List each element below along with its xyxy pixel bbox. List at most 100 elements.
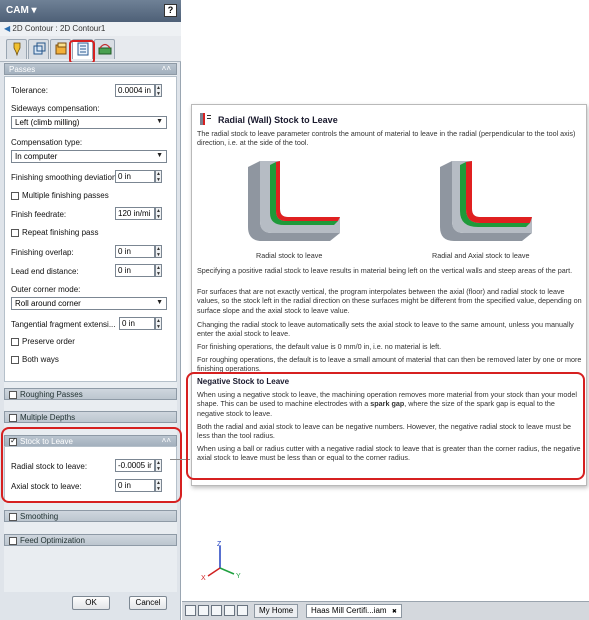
back-arrow-icon[interactable]: ◀: [4, 24, 10, 33]
passes-header-label: Passes: [9, 65, 36, 74]
checkbox-icon[interactable]: [9, 390, 17, 399]
smoothing-deviation-input[interactable]: 0 in: [115, 170, 155, 183]
help-paragraph-1: Specifying a positive radial stock to le…: [197, 266, 573, 275]
axis-x-label: X: [201, 575, 206, 582]
feed-optimization-label: Feed Optimization: [20, 536, 85, 545]
preserve-order-label: Preserve order: [22, 337, 75, 346]
finishing-overlap-spinner[interactable]: ▲ ▼: [155, 245, 162, 258]
caption-radial: Radial stock to leave: [256, 251, 323, 260]
heights-icon: [55, 42, 67, 55]
multiple-depths-label: Multiple Depths: [20, 413, 76, 422]
tool-icon: [13, 42, 21, 56]
cancel-button[interactable]: Cancel: [129, 596, 167, 610]
sideways-compensation-value: Left (climb milling): [15, 118, 80, 127]
section-roughing-passes[interactable]: Roughing Passes: [4, 388, 177, 400]
dropdown-arrow-icon: ▼: [156, 299, 163, 306]
window-layout-icon[interactable]: [185, 605, 196, 616]
close-icon[interactable]: ✖: [392, 609, 397, 615]
checkbox-icon[interactable]: [9, 512, 17, 521]
breadcrumb: ◀ 2D Contour : 2D Contour1: [0, 22, 181, 36]
both-ways-label: Both ways: [22, 355, 59, 364]
radial-stock-illustration: [248, 161, 340, 241]
ok-button[interactable]: OK: [72, 596, 110, 610]
repeat-finishing-label: Repeat finishing pass: [22, 228, 99, 237]
help-paragraph-2: For surfaces that are not exactly vertic…: [197, 287, 582, 315]
sideways-compensation-select[interactable]: Left (climb milling) ▼: [11, 116, 167, 129]
passes-section: Tolerance: 0.0004 in ▲ ▼ Sideways compens…: [4, 76, 177, 382]
help-title: Radial (Wall) Stock to Leave: [218, 115, 338, 125]
smoothing-label: Smoothing: [20, 512, 59, 521]
stock-to-leave-icon: [200, 113, 211, 125]
outer-corner-select[interactable]: Roll around corner ▼: [11, 297, 167, 310]
tolerance-spinner[interactable]: ▲ ▼: [155, 84, 162, 97]
settings-area: Passes ˄˄ Tolerance: 0.0004 in ▲ ▼ Sidewa…: [4, 62, 177, 592]
tolerance-input[interactable]: 0.0004 in: [115, 84, 155, 97]
linking-icon: [98, 43, 112, 55]
tolerance-label: Tolerance:: [11, 86, 48, 95]
finish-feedrate-spinner[interactable]: ▲ ▼: [155, 207, 162, 220]
section-smoothing[interactable]: Smoothing: [4, 510, 177, 522]
finish-feedrate-input[interactable]: 120 in/mi: [115, 207, 155, 220]
compensation-type-value: In computer: [15, 152, 58, 161]
tab-haas-mill-label: Haas Mill Certifi...iam: [311, 606, 387, 615]
section-multiple-depths[interactable]: Multiple Depths: [4, 411, 177, 423]
window-layout-icon[interactable]: [224, 605, 235, 616]
tangential-fragment-label: Tangential fragment extensi...: [11, 320, 116, 329]
help-button[interactable]: ?: [164, 4, 177, 17]
checkbox-icon: [11, 228, 19, 237]
tab-linking[interactable]: [94, 39, 115, 59]
geometry-icon: [33, 42, 46, 55]
repeat-finishing-checkbox[interactable]: Repeat finishing pass: [11, 228, 99, 237]
outer-corner-value: Roll around corner: [15, 299, 81, 308]
finishing-overlap-label: Finishing overlap:: [11, 248, 74, 257]
negative-stock-highlight-outline: [186, 372, 585, 480]
roughing-passes-label: Roughing Passes: [20, 390, 83, 399]
window-layout-icon[interactable]: [211, 605, 222, 616]
checkbox-icon[interactable]: [9, 413, 17, 422]
tangential-fragment-spinner[interactable]: ▲ ▼: [155, 317, 162, 330]
multiple-finishing-label: Multiple finishing passes: [22, 191, 109, 200]
both-ways-checkbox[interactable]: Both ways: [11, 355, 59, 364]
section-feed-optimization[interactable]: Feed Optimization: [4, 534, 177, 546]
lead-end-spinner[interactable]: ▲ ▼: [155, 264, 162, 277]
tab-highlight-outline: [69, 40, 95, 64]
outer-corner-label: Outer corner mode:: [11, 285, 81, 294]
checkbox-icon[interactable]: [9, 536, 17, 545]
help-paragraph-5: For roughing operations, the default is …: [197, 355, 582, 374]
preserve-order-checkbox[interactable]: Preserve order: [11, 337, 75, 346]
tangential-fragment-input[interactable]: 0 in: [119, 317, 155, 330]
checkbox-icon: [11, 337, 19, 346]
dropdown-arrow-icon: ▼: [156, 118, 163, 125]
document-tab-bar: My Home Haas Mill Certifi...iam ✖: [182, 601, 589, 620]
section-passes-header[interactable]: Passes ˄˄: [4, 63, 177, 75]
radial-axial-stock-illustration: [440, 161, 532, 241]
lead-end-label: Lead end distance:: [11, 267, 79, 276]
multiple-finishing-checkbox[interactable]: Multiple finishing passes: [11, 191, 109, 200]
tab-heights[interactable]: [50, 39, 71, 59]
sideways-compensation-label: Sideways compensation:: [11, 104, 100, 113]
smoothing-deviation-spinner[interactable]: ▲ ▼: [155, 170, 162, 183]
checkbox-icon: [11, 355, 19, 364]
compensation-type-label: Compensation type:: [11, 138, 83, 147]
tab-haas-mill[interactable]: Haas Mill Certifi...iam ✖: [306, 604, 402, 618]
collapse-chevron-icon[interactable]: ˄˄: [162, 64, 171, 73]
cam-title-text: CAM ▾: [6, 5, 37, 16]
compensation-type-select[interactable]: In computer ▼: [11, 150, 167, 163]
cam-panel-title[interactable]: CAM ▾ ?: [0, 0, 181, 22]
breadcrumb-text: 2D Contour : 2D Contour1: [12, 24, 106, 33]
help-intro: The radial stock to leave parameter cont…: [197, 129, 576, 148]
tab-geometry[interactable]: [28, 39, 49, 59]
help-paragraph-4: For finishing operations, the default va…: [197, 342, 442, 351]
lead-end-input[interactable]: 0 in: [115, 264, 155, 277]
smoothing-deviation-label: Finishing smoothing deviation:: [11, 173, 119, 182]
checkbox-icon: [11, 191, 19, 200]
stock-to-leave-highlight-outline: [1, 427, 182, 503]
window-layout-icon[interactable]: [198, 605, 209, 616]
help-paragraph-3: Changing the radial stock to leave autom…: [197, 320, 574, 339]
tab-my-home[interactable]: My Home: [254, 604, 299, 618]
tab-tool[interactable]: [6, 39, 27, 59]
finishing-overlap-input[interactable]: 0 in: [115, 245, 155, 258]
window-layout-icon[interactable]: [237, 605, 248, 616]
axis-z-label: Z: [217, 541, 222, 548]
axis-triad-icon: Z X Y: [201, 541, 241, 582]
